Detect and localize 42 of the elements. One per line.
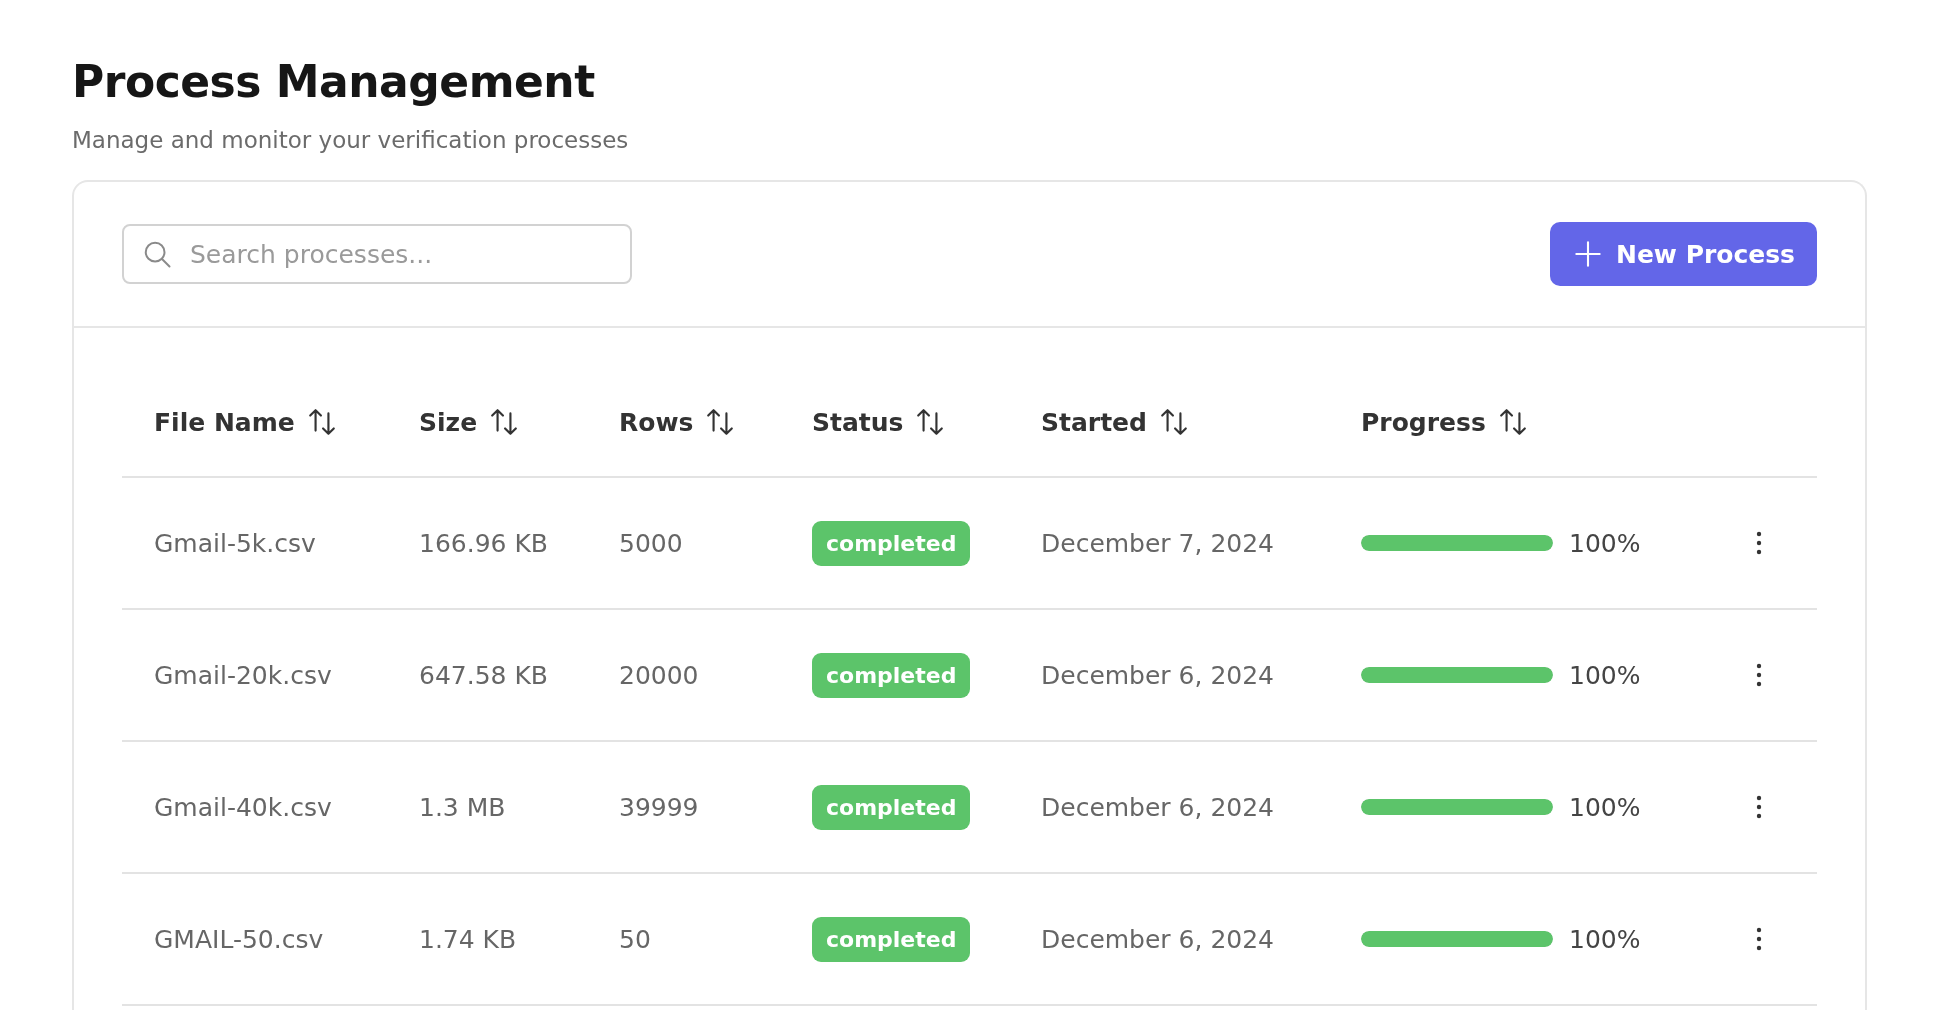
table-cell-text: 50	[619, 924, 652, 954]
sort-icon[interactable]	[306, 407, 337, 437]
table-cell-text: 166.96 KB	[419, 528, 549, 558]
column-header[interactable]: Rows	[619, 407, 736, 437]
table-cell-text: 39999	[619, 792, 700, 822]
status-badge: completed	[812, 520, 971, 566]
table-cell-text: December 7, 2024	[1041, 528, 1275, 558]
page-subtitle: Manage and monitor your verification processes	[72, 126, 630, 155]
sort-icon[interactable]	[1158, 407, 1189, 437]
sort-icon[interactable]	[705, 407, 736, 437]
search-field[interactable]: Search processes...	[122, 224, 632, 284]
table-cell-text: December 6, 2024	[1041, 924, 1275, 954]
status-badge: completed	[812, 784, 971, 830]
table-cell-text: December 6, 2024	[1041, 660, 1275, 690]
status-badge: completed	[812, 652, 971, 698]
progress-reading: 100%	[1569, 660, 1641, 690]
new-process-button[interactable]: New Process	[1549, 222, 1817, 286]
column-header[interactable]: Status	[812, 407, 946, 437]
column-header[interactable]: File Name	[154, 407, 337, 437]
table-cell-text: Gmail-20k.csv	[154, 660, 333, 690]
column-header[interactable]: Size	[419, 407, 520, 437]
plus-icon	[1573, 240, 1602, 268]
progress-reading: 100%	[1569, 792, 1641, 822]
sort-icon[interactable]	[1497, 407, 1528, 437]
progress-reading: 100%	[1569, 924, 1641, 954]
table-cell-text: December 6, 2024	[1041, 792, 1275, 822]
table-cell-text: Gmail-40k.csv	[154, 792, 333, 822]
table-cell-text: 1.3 MB	[419, 792, 507, 822]
table-cell-text: 20000	[619, 660, 700, 690]
sort-icon[interactable]	[489, 407, 520, 437]
column-header[interactable]: Started	[1041, 407, 1189, 437]
status-badge: completed	[812, 916, 971, 962]
column-header[interactable]: Progress	[1361, 407, 1528, 437]
progress-reading: 100%	[1569, 528, 1641, 558]
search-icon	[142, 239, 172, 269]
table-cell-text: 1.74 KB	[419, 924, 518, 954]
page-title: Process Management	[72, 55, 596, 109]
table-cell-text: Gmail-5k.csv	[154, 528, 317, 558]
sort-icon[interactable]	[915, 407, 946, 437]
table-cell-text: GMAIL-50.csv	[154, 924, 325, 954]
table-cell-text: 5000	[619, 528, 684, 558]
table-cell-text: 647.58 KB	[419, 660, 549, 690]
